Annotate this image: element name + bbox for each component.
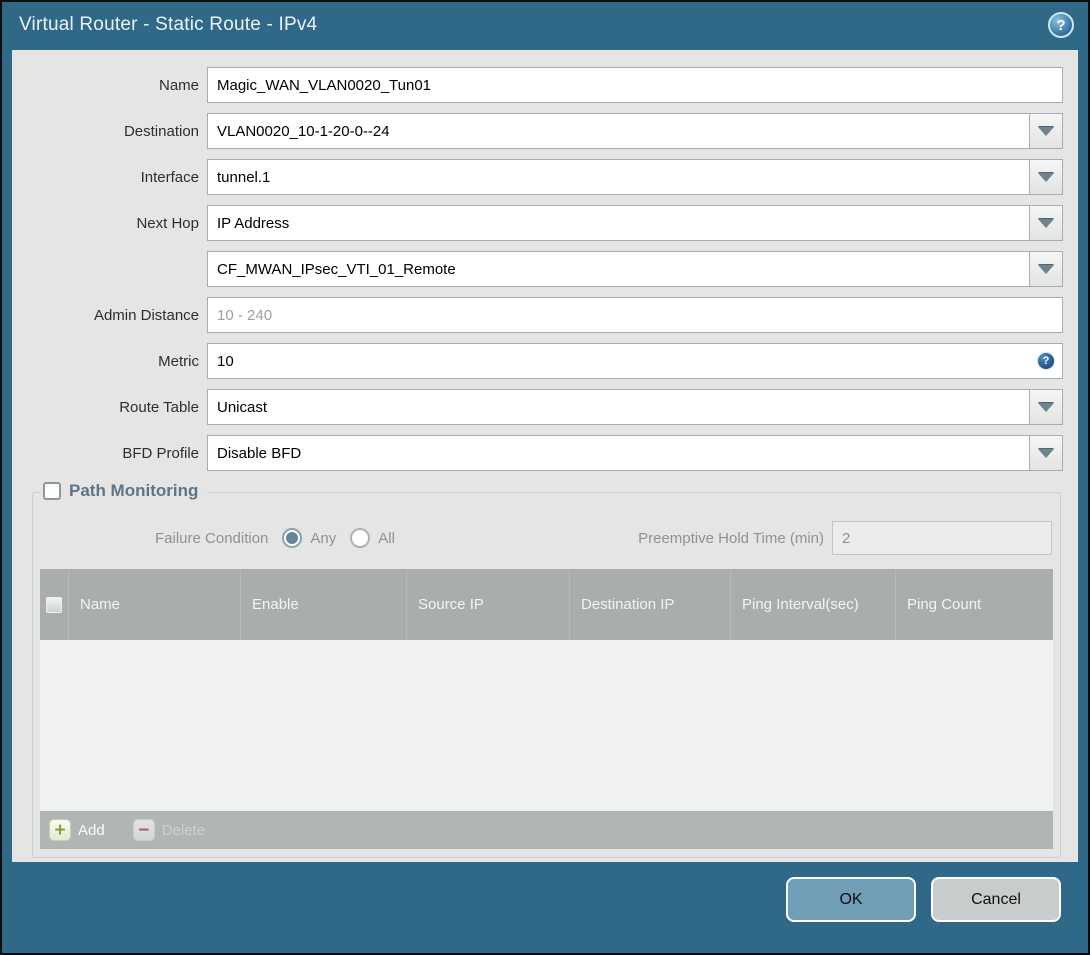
table-header-row: Name Enable Source IP Destination IP Pin… [40,569,1053,640]
path-monitoring-checkbox[interactable] [43,482,61,500]
ok-button[interactable]: OK [786,877,916,922]
failure-condition-row: Failure Condition Any All Preemptive Hol… [39,520,1054,556]
interface-row: Interface [12,159,1063,195]
column-header-destination-ip[interactable]: Destination IP [569,569,730,640]
select-all-checkbox[interactable] [46,596,62,613]
cancel-button[interactable]: Cancel [931,877,1061,922]
chevron-down-icon [1038,172,1054,182]
help-icon[interactable]: ? [1048,12,1074,38]
chevron-down-icon [1038,218,1054,228]
route-table-label: Route Table [119,398,199,416]
static-route-form: Name Destination Interface [12,50,1078,471]
next-hop-address-dropdown-button[interactable] [1030,251,1063,287]
table-toolbar: + Add − Delete [40,811,1053,849]
path-monitoring-title: Path Monitoring [69,481,199,500]
metric-label: Metric [158,352,199,370]
metric-row: Metric ? [12,343,1063,379]
preemptive-hold-time-input [832,521,1052,555]
failure-condition-all-label: All [378,529,395,547]
failure-condition-label: Failure Condition [155,529,269,547]
delete-button-label: Delete [161,821,206,839]
column-header-ping-interval[interactable]: Ping Interval(sec) [730,569,895,640]
interface-dropdown-button[interactable] [1030,159,1063,195]
chevron-down-icon [1038,264,1054,274]
next-hop-row: Next Hop [12,205,1063,241]
destination-label: Destination [123,122,199,140]
add-button-label: Add [78,821,105,839]
chevron-down-icon [1038,402,1054,412]
admin-distance-input[interactable] [207,297,1063,333]
path-monitoring-table: Name Enable Source IP Destination IP Pin… [40,569,1053,849]
interface-input[interactable] [207,159,1030,195]
failure-condition-all-radio[interactable] [350,528,371,548]
next-hop-label: Next Hop [136,214,199,232]
dialog-titlebar: Virtual Router - Static Route - IPv4 ? [2,2,1088,48]
name-label: Name [158,76,199,94]
column-header-name[interactable]: Name [68,569,240,640]
destination-dropdown-button[interactable] [1030,113,1063,149]
name-input[interactable] [207,67,1063,103]
dialog-body: Name Destination Interface [12,50,1078,862]
bfd-profile-input[interactable] [207,435,1030,471]
column-header-source-ip[interactable]: Source IP [406,569,569,640]
admin-distance-label: Admin Distance [93,306,199,324]
path-monitoring-legend: Path Monitoring [40,481,208,501]
column-header-ping-count[interactable]: Ping Count [895,569,1053,640]
delete-button[interactable]: − Delete [132,819,206,841]
column-header-enable[interactable]: Enable [240,569,406,640]
bfd-profile-dropdown-button[interactable] [1030,435,1063,471]
route-table-input[interactable] [207,389,1030,425]
chevron-down-icon [1038,448,1054,458]
path-monitoring-section: Path Monitoring Failure Condition Any Al… [32,481,1061,858]
metric-info-icon[interactable]: ? [1037,352,1055,370]
bfd-profile-label: BFD Profile [122,444,199,462]
preemptive-hold-time-label: Preemptive Hold Time (min) [638,529,824,547]
next-hop-type-input[interactable] [207,205,1030,241]
name-row: Name [12,67,1063,103]
select-all-cell [40,569,68,640]
failure-condition-any-radio[interactable] [282,528,303,548]
admin-distance-row: Admin Distance [12,297,1063,333]
dialog-footer: OK Cancel [2,860,1088,953]
next-hop-type-dropdown-button[interactable] [1030,205,1063,241]
chevron-down-icon [1038,126,1054,136]
add-button[interactable]: + Add [49,819,105,841]
next-hop-address-row [12,251,1063,287]
interface-label: Interface [140,168,199,186]
destination-input[interactable] [207,113,1030,149]
failure-condition-any-label: Any [310,529,337,547]
table-body-empty [40,640,1053,811]
add-plus-icon: + [49,819,71,841]
route-table-row: Route Table [12,389,1063,425]
route-table-dropdown-button[interactable] [1030,389,1063,425]
destination-row: Destination [12,113,1063,149]
delete-minus-icon: − [132,819,155,841]
bfd-profile-row: BFD Profile [12,435,1063,471]
metric-input[interactable] [207,343,1063,379]
next-hop-address-input[interactable] [207,251,1030,287]
dialog-title: Virtual Router - Static Route - IPv4 [19,14,318,35]
static-route-dialog: Virtual Router - Static Route - IPv4 ? N… [0,0,1090,955]
